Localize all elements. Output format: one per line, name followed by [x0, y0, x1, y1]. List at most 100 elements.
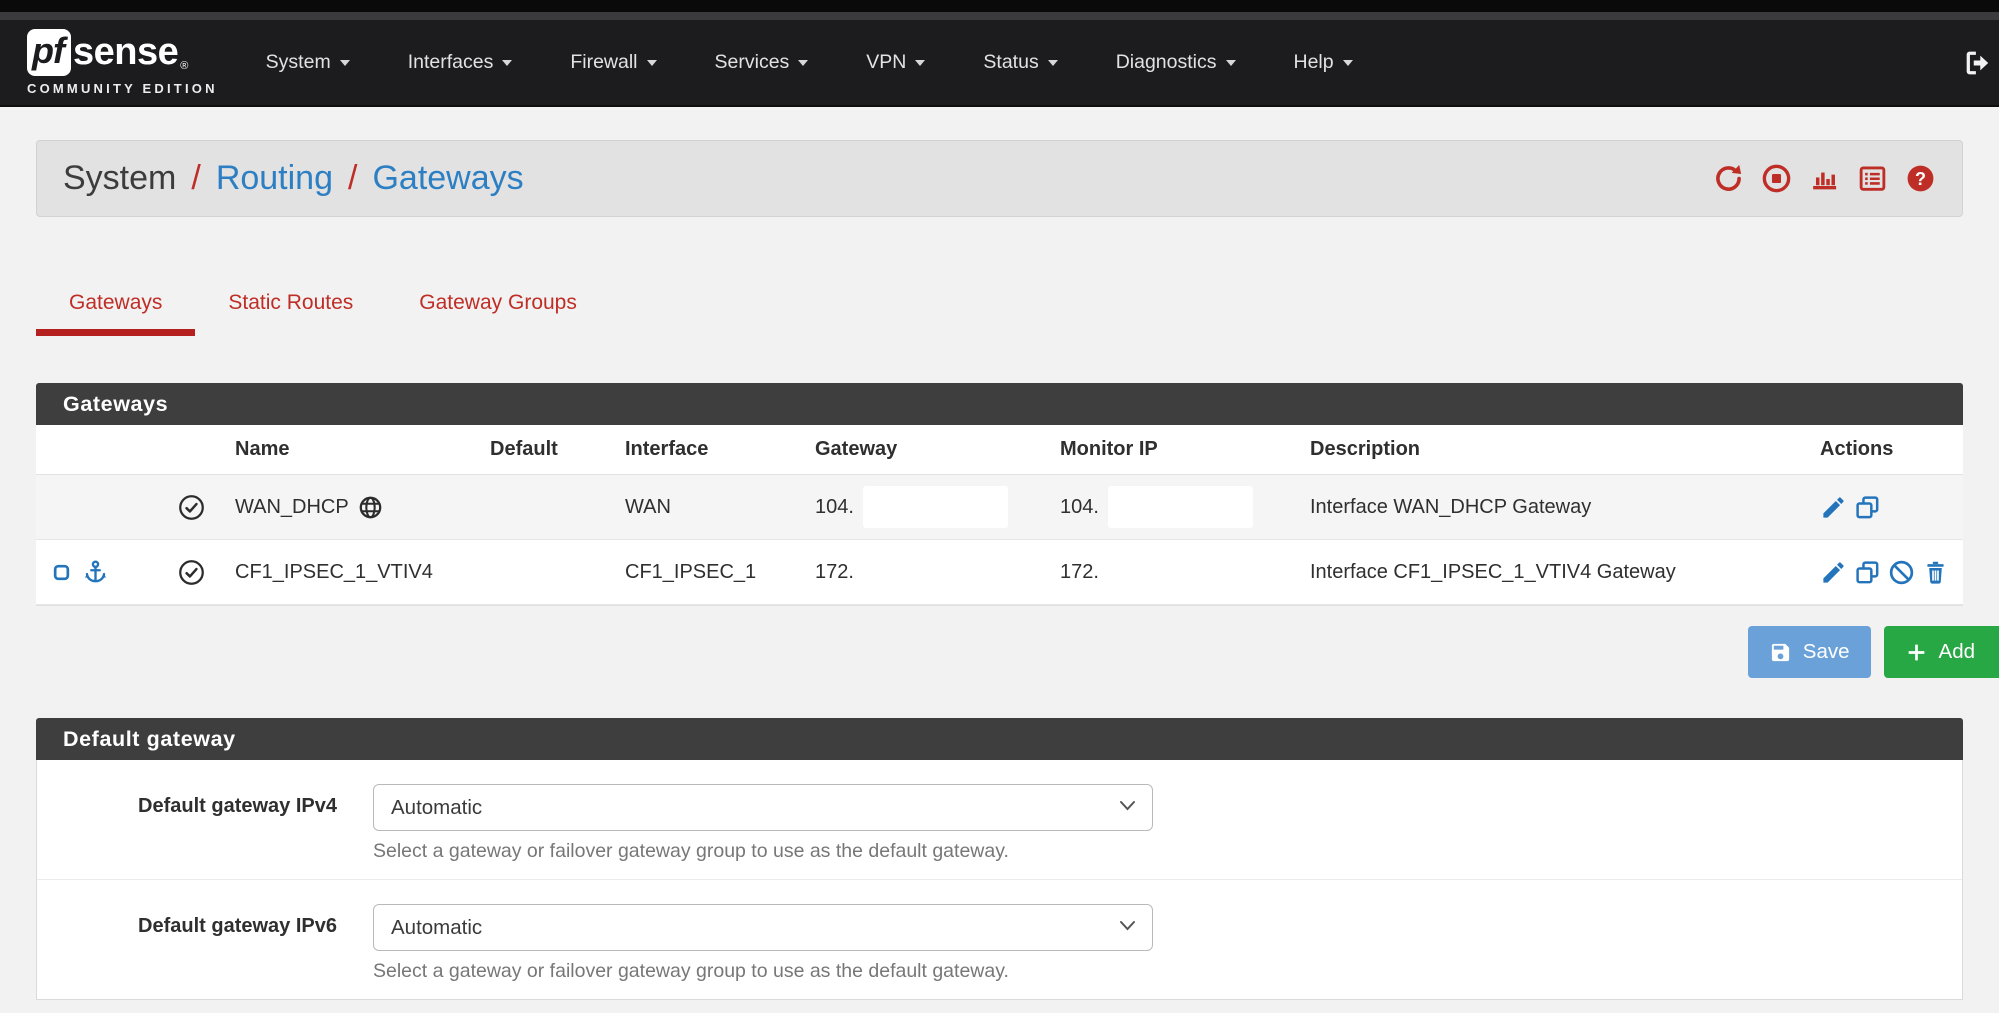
check-circle-icon: [178, 559, 205, 586]
monitor-ip-cell: 172.: [1046, 561, 1296, 584]
breadcrumb-gateways-link[interactable]: Gateways: [372, 159, 523, 198]
gateway-address-cell: 104.: [801, 486, 1046, 528]
copy-icon[interactable]: [1854, 494, 1881, 521]
main-menu: System Interfaces Firewall Services VPN …: [266, 51, 1353, 74]
pfsense-logo-sense: sense: [73, 31, 178, 74]
nav-help[interactable]: Help: [1294, 51, 1353, 74]
chevron-down-icon: [647, 60, 657, 71]
gateways-panel-title: Gateways: [36, 383, 1963, 425]
plus-icon: [1905, 641, 1928, 664]
column-description: Description: [1296, 438, 1806, 461]
column-gateway: Gateway: [801, 438, 1046, 461]
default-gateway-panel-title: Default gateway: [36, 718, 1963, 760]
breadcrumb-bar: System / Routing / Gateways: [36, 140, 1963, 217]
breadcrumb-system: System: [63, 159, 176, 198]
table-header-row: Name Default Interface Gateway Monitor I…: [36, 425, 1963, 475]
column-monitor-ip: Monitor IP: [1046, 438, 1296, 461]
redacted-value: [1108, 486, 1253, 528]
tab-static-routes[interactable]: Static Routes: [195, 274, 386, 336]
chevron-down-icon: [915, 60, 925, 71]
gateway-interface-cell: CF1_IPSEC_1: [611, 561, 801, 584]
monitor-ip-cell: 104.: [1046, 486, 1296, 528]
nav-vpn[interactable]: VPN: [866, 51, 925, 74]
table-buttons: Save Add: [36, 626, 1999, 678]
pfsense-logo[interactable]: pf sense ® COMMUNITY EDITION: [27, 29, 218, 96]
actions-cell: [1806, 559, 1963, 586]
edit-icon[interactable]: [1820, 494, 1847, 521]
gateway-name-cell: CF1_IPSEC_1_VTIV4: [221, 561, 476, 584]
globe-icon: [358, 495, 383, 520]
gateway-interface-cell: WAN: [611, 496, 801, 519]
copy-icon[interactable]: [1854, 559, 1881, 586]
default-gateway-ipv6-select[interactable]: Automatic: [373, 904, 1153, 951]
chevron-down-icon: [502, 60, 512, 71]
chevron-down-icon: [1226, 60, 1236, 71]
svg-text:?: ?: [1915, 169, 1926, 189]
redacted-value: [863, 486, 1008, 528]
column-name: Name: [221, 438, 476, 461]
add-button[interactable]: Add: [1884, 626, 1999, 678]
page-action-icons: ?: [1713, 163, 1936, 194]
chevron-down-icon: [340, 60, 350, 71]
breadcrumb-routing-link[interactable]: Routing: [216, 159, 333, 198]
default-gateway-ipv4-label: Default gateway IPv4: [37, 784, 337, 863]
default-gateway-panel: Default gateway Default gateway IPv4 Aut…: [36, 718, 1963, 1000]
default-gateway-form: Default gateway IPv4 Automatic Select a …: [36, 760, 1963, 1000]
nav-status[interactable]: Status: [983, 51, 1057, 74]
gateway-address-cell: 172.: [801, 561, 1046, 584]
sign-out-icon[interactable]: [1961, 46, 1995, 80]
form-row-ipv4: Default gateway IPv4 Automatic Select a …: [37, 760, 1962, 879]
square-icon: [52, 563, 71, 582]
stop-icon[interactable]: [1761, 163, 1792, 194]
delete-icon[interactable]: [1922, 559, 1949, 586]
default-gateway-ipv6-label: Default gateway IPv6: [37, 904, 337, 983]
page-content: System / Routing / Gateways: [0, 140, 1999, 1000]
chevron-down-icon: [798, 60, 808, 71]
save-button[interactable]: Save: [1748, 626, 1871, 678]
save-icon: [1769, 641, 1792, 664]
help-text: Select a gateway or failover gateway gro…: [373, 960, 1153, 983]
pfsense-logo-pf: pf: [27, 29, 71, 76]
chevron-down-icon: [1048, 60, 1058, 71]
tab-gateway-groups[interactable]: Gateway Groups: [386, 274, 610, 336]
nav-services[interactable]: Services: [715, 51, 809, 74]
registered-mark: ®: [180, 60, 188, 72]
table-row: CF1_IPSEC_1_VTIV4 CF1_IPSEC_1 172. 172. …: [36, 540, 1963, 605]
tab-gateways[interactable]: Gateways: [36, 274, 195, 336]
check-circle-icon: [178, 494, 205, 521]
column-actions: Actions: [1806, 438, 1963, 461]
log-icon[interactable]: [1857, 163, 1888, 194]
navbar: pf sense ® COMMUNITY EDITION System Inte…: [0, 20, 1999, 107]
help-text: Select a gateway or failover gateway gro…: [373, 840, 1153, 863]
window-top-strip: [0, 0, 1999, 12]
tab-bar: Gateways Static Routes Gateway Groups: [36, 274, 1963, 336]
breadcrumb-separator: /: [191, 159, 200, 198]
table-row: WAN_DHCP WAN 104. 104. Inte: [36, 475, 1963, 540]
nav-interfaces[interactable]: Interfaces: [408, 51, 513, 74]
column-default: Default: [476, 438, 611, 461]
gateway-status-cell: [161, 559, 221, 586]
gateway-name-cell: WAN_DHCP: [221, 495, 476, 520]
row-indicator-icons: [36, 559, 161, 586]
description-cell: Interface WAN_DHCP Gateway: [1296, 496, 1806, 519]
default-gateway-ipv4-select[interactable]: Automatic: [373, 784, 1153, 831]
anchor-icon: [82, 559, 109, 586]
breadcrumb: System / Routing / Gateways: [63, 159, 524, 198]
gateways-table: Name Default Interface Gateway Monitor I…: [36, 425, 1963, 606]
window-title-strip: [0, 12, 1999, 20]
nav-firewall[interactable]: Firewall: [570, 51, 656, 74]
chart-icon[interactable]: [1809, 163, 1840, 194]
edit-icon[interactable]: [1820, 559, 1847, 586]
chevron-down-icon: [1343, 60, 1353, 71]
nav-system[interactable]: System: [266, 51, 350, 74]
help-icon[interactable]: ?: [1905, 163, 1936, 194]
disable-icon[interactable]: [1888, 559, 1915, 586]
actions-cell: [1806, 494, 1963, 521]
nav-diagnostics[interactable]: Diagnostics: [1116, 51, 1236, 74]
gateway-status-cell: [161, 494, 221, 521]
gateways-panel: Gateways Name Default Interface Gateway …: [36, 383, 1963, 606]
refresh-icon[interactable]: [1713, 163, 1744, 194]
breadcrumb-separator: /: [348, 159, 357, 198]
community-edition-tagline: COMMUNITY EDITION: [27, 81, 218, 96]
form-row-ipv6: Default gateway IPv6 Automatic Select a …: [37, 880, 1962, 999]
